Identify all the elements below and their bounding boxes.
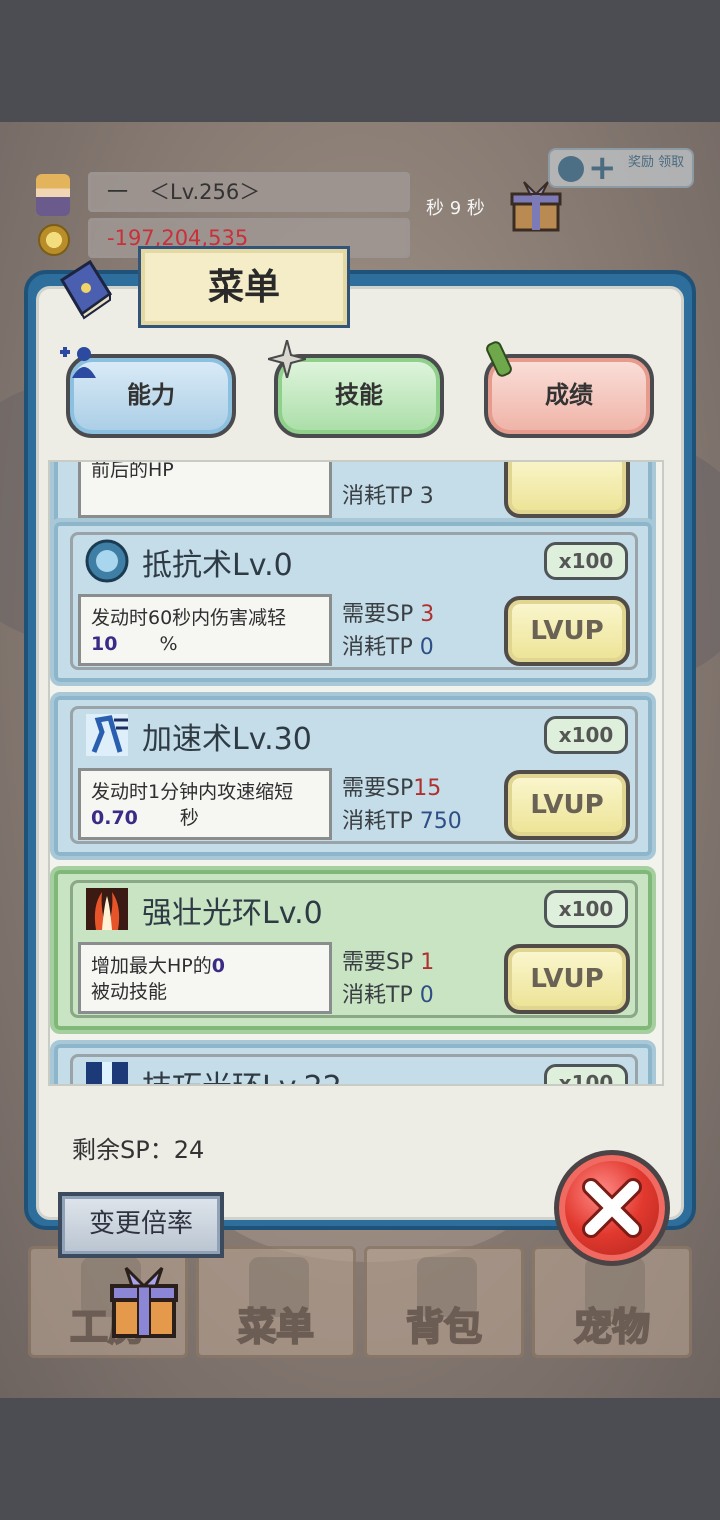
plus-icon: +: [588, 148, 617, 188]
skill-card: 抵抗术Lv.0 x100 发动时60秒内伤害减轻 10% 需要SP 3 消耗TP…: [50, 518, 656, 686]
nav-backpack[interactable]: 背包: [364, 1246, 524, 1358]
rewards-label: 奖励 领取: [628, 155, 685, 170]
skill-name: 抵抗术Lv.0: [142, 548, 293, 583]
player-level: 一 ＜Lv.256＞: [88, 172, 410, 212]
tab-label: 成绩: [545, 381, 593, 409]
skill-list[interactable]: 前后的HP 消耗TP 3 抵抗术Lv.0 x100 发动时60秒内伤害减轻 10…: [48, 460, 664, 1086]
lvup-button[interactable]: [504, 462, 630, 518]
status-bar-area: [0, 0, 720, 122]
change-rate-button[interactable]: 变更倍率: [58, 1192, 224, 1258]
skill-card: 强壮光环Lv.0 x100 增加最大HP的0 被动技能 需要SP 1 消耗TP …: [50, 866, 656, 1034]
close-button[interactable]: [554, 1150, 670, 1266]
skill-desc: 发动时60秒内伤害减轻 10%: [78, 594, 332, 666]
remaining-sp: 剩余SP：24: [72, 1136, 205, 1164]
book-icon: [59, 259, 113, 320]
shield-orb-icon: [85, 539, 129, 583]
hero-avatar-icon[interactable]: [36, 174, 70, 216]
nav-label: 背包: [405, 1304, 483, 1350]
lvup-button[interactable]: LVUP: [504, 770, 630, 840]
lvup-button[interactable]: LVUP: [504, 944, 630, 1014]
lvup-button[interactable]: LVUP: [504, 596, 630, 666]
skill-name: 技巧光环Lv.22: [142, 1062, 342, 1084]
skill-desc: 增加最大HP的0 被动技能: [78, 942, 332, 1014]
ice-aura-icon: [86, 1062, 128, 1084]
nav-label: 菜单: [237, 1304, 315, 1350]
tab-label: 能力: [127, 381, 175, 409]
skill-name: 加速术Lv.30: [142, 722, 312, 757]
skill-desc: 发动时1分钟内攻速缩短 0.70 秒: [78, 768, 332, 840]
skill-name: 强壮光环Lv.0: [142, 896, 323, 931]
skill-desc: 前后的HP: [78, 462, 332, 518]
skill-card: 加速术Lv.30 x100 发动时1分钟内攻速缩短 0.70 秒 需要SP15 消…: [50, 692, 656, 860]
nav-menu[interactable]: 菜单: [196, 1246, 356, 1358]
multiplier-button[interactable]: x100: [544, 542, 628, 580]
navigation-bar-area: [0, 1398, 720, 1520]
close-icon: [582, 1178, 642, 1238]
orb-icon: [558, 156, 584, 182]
multiplier-button[interactable]: x100: [544, 716, 628, 754]
add-person-icon: [60, 347, 96, 378]
shuriken-icon: [268, 340, 306, 378]
skill-cost: 需要SP 3 消耗TP 0: [342, 602, 435, 660]
page-title: 菜单: [138, 246, 350, 328]
skill-card: 技巧光环Lv.22 x100: [50, 1040, 656, 1084]
scroll-icon: [486, 341, 512, 377]
nav-label: 宠物: [573, 1304, 651, 1350]
multiplier-button[interactable]: x100: [544, 1064, 628, 1084]
skill-cost: 需要SP15 消耗TP 750: [342, 776, 462, 834]
skill-cost: 消耗TP 3: [342, 484, 434, 509]
rewards-button[interactable]: + 奖励 领取: [548, 148, 694, 188]
gold-coin-icon: [38, 224, 70, 256]
gift-box-icon[interactable]: [104, 1262, 184, 1342]
multiplier-button[interactable]: x100: [544, 890, 628, 928]
haste-figure-icon: [86, 714, 128, 756]
timer-label: 秒 9 秒: [426, 198, 485, 219]
tab-label: 技能: [335, 381, 383, 409]
skill-cost: 需要SP 1 消耗TP 0: [342, 950, 435, 1008]
fire-aura-icon: [86, 888, 128, 930]
